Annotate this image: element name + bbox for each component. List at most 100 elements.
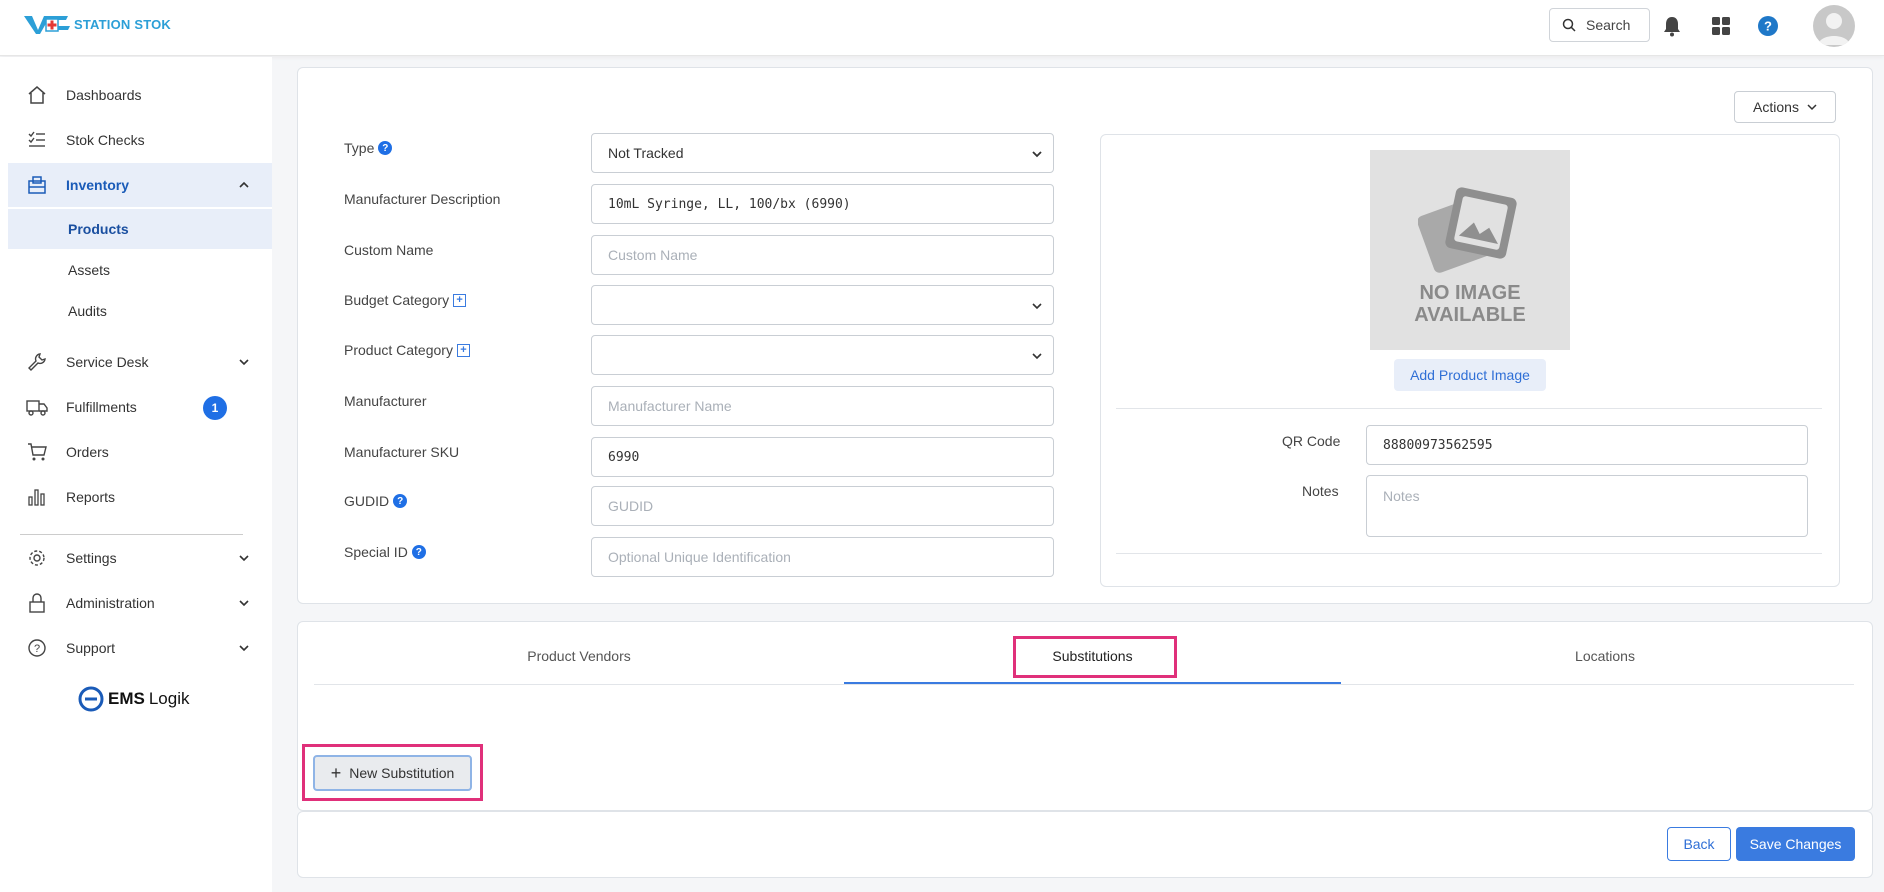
- save-changes-button[interactable]: Save Changes: [1736, 827, 1855, 861]
- product-category-select[interactable]: [591, 335, 1054, 375]
- manufacturer-description-input[interactable]: 10mL Syringe, LL, 100/bx (6990): [591, 184, 1054, 224]
- station-stok-logo-icon: [24, 16, 70, 34]
- budget-category-select[interactable]: [591, 285, 1054, 325]
- emslogik-rest: Logik: [148, 689, 190, 708]
- emslogik-logo-icon: [78, 686, 104, 712]
- no-image-line1: NO IMAGE: [1419, 282, 1521, 304]
- new-substitution-highlight: [302, 744, 483, 801]
- sidebar-item-support[interactable]: ? Support: [8, 626, 272, 670]
- product-category-label: Product Category +: [344, 342, 470, 358]
- notes-label: Notes: [1302, 483, 1339, 499]
- sidebar-item-label: Audits: [68, 303, 107, 319]
- add-budget-category-icon[interactable]: +: [453, 293, 467, 307]
- budget-category-label-text: Budget Category: [344, 292, 450, 308]
- apps-button[interactable]: [1709, 14, 1733, 38]
- sidebar-item-label: Dashboards: [66, 87, 142, 103]
- back-button[interactable]: Back: [1667, 827, 1731, 861]
- chevron-down-icon: [1807, 104, 1817, 111]
- substitutions-tab-highlight: [1013, 636, 1177, 678]
- sidebar-item-label: Orders: [66, 444, 109, 460]
- manufacturer-sku-input[interactable]: 6990: [591, 437, 1054, 477]
- type-select-value: Not Tracked: [608, 145, 684, 161]
- image-panel-divider: [1116, 408, 1822, 409]
- manufacturer-description-label: Manufacturer Description: [344, 191, 501, 207]
- help-icon: ?: [1758, 16, 1778, 36]
- inventory-icon: [26, 174, 48, 196]
- help-button[interactable]: ?: [1756, 14, 1780, 38]
- bar-chart-icon: [26, 486, 48, 508]
- user-avatar[interactable]: [1813, 5, 1855, 47]
- add-product-category-icon[interactable]: +: [456, 343, 470, 357]
- type-select[interactable]: Not Tracked: [591, 133, 1054, 173]
- gudid-input[interactable]: GUDID: [591, 486, 1054, 526]
- sidebar-item-products[interactable]: Products: [8, 209, 272, 249]
- cart-icon: [26, 441, 48, 463]
- sidebar-item-administration[interactable]: Administration: [8, 581, 272, 625]
- sidebar-item-label: Support: [66, 640, 116, 656]
- help-icon[interactable]: ?: [411, 545, 426, 559]
- sidebar-item-label: Service Desk: [66, 354, 149, 370]
- tab-locations[interactable]: Locations: [1370, 648, 1840, 664]
- search-icon: [1562, 18, 1576, 32]
- add-product-image-button[interactable]: Add Product Image: [1394, 359, 1546, 391]
- notifications-button[interactable]: [1660, 14, 1684, 38]
- no-image-text: NO IMAGE AVAILABLE: [1370, 282, 1570, 326]
- sidebar-item-assets[interactable]: Assets: [8, 250, 272, 290]
- svg-text:?: ?: [1764, 19, 1772, 34]
- sidebar-item-stok-checks[interactable]: Stok Checks: [8, 118, 272, 162]
- type-label: Type ?: [344, 140, 393, 156]
- sidebar-item-label: Fulfillments: [66, 399, 137, 415]
- sidebar-item-label: Administration: [66, 595, 155, 611]
- gudid-label: GUDID ?: [344, 493, 408, 509]
- avatar-icon: [1818, 13, 1850, 45]
- qr-code-label: QR Code: [1282, 433, 1341, 449]
- sidebar-item-inventory[interactable]: Inventory: [8, 163, 272, 207]
- wrench-icon: [26, 351, 48, 373]
- image-placeholder-icon: [1418, 187, 1517, 273]
- manufacturer-label: Manufacturer: [344, 393, 427, 409]
- special-id-label: Special ID ?: [344, 544, 426, 560]
- sidebar-item-dashboards[interactable]: Dashboards: [8, 73, 272, 117]
- top-bar: STATION STOK Search ?: [0, 0, 1884, 56]
- no-image-line2: AVAILABLE: [1414, 304, 1526, 326]
- sidebar-item-orders[interactable]: Orders: [8, 430, 272, 474]
- chevron-down-icon: [239, 555, 249, 562]
- manufacturer-input[interactable]: Manufacturer Name: [591, 386, 1054, 426]
- search-button[interactable]: Search: [1549, 8, 1650, 42]
- qr-code-input[interactable]: 88800973562595: [1366, 425, 1808, 465]
- special-id-input[interactable]: Optional Unique Identification: [591, 537, 1054, 577]
- sidebar-divider: [20, 534, 243, 535]
- checklist-icon: [26, 129, 48, 151]
- bell-icon: [1664, 17, 1680, 37]
- chevron-down-icon: [1032, 151, 1042, 158]
- sidebar-item-label: Settings: [66, 550, 117, 566]
- product-category-label-text: Product Category: [344, 342, 453, 358]
- help-icon[interactable]: ?: [378, 141, 393, 155]
- sidebar-item-audits[interactable]: Audits: [8, 291, 272, 331]
- home-icon: [26, 84, 48, 106]
- brand-name: STATION STOK: [74, 16, 172, 32]
- station-stok-logo[interactable]: STATION STOK: [22, 12, 171, 36]
- footer-actions-card: [297, 811, 1873, 878]
- tab-product-vendors[interactable]: Product Vendors: [344, 648, 814, 664]
- notes-textarea[interactable]: Notes: [1366, 475, 1808, 537]
- active-tab-indicator: [844, 682, 1341, 684]
- chevron-up-icon: [239, 181, 249, 188]
- type-label-text: Type: [344, 140, 375, 156]
- lock-icon: [26, 592, 48, 614]
- sidebar-item-reports[interactable]: Reports: [8, 475, 272, 519]
- sidebar-item-service-desk[interactable]: Service Desk: [8, 340, 272, 384]
- sidebar-item-settings[interactable]: Settings: [8, 536, 272, 580]
- fulfillments-count-badge: 1: [203, 396, 227, 420]
- question-circle-icon: ?: [26, 637, 48, 659]
- custom-name-input[interactable]: Custom Name: [591, 235, 1054, 275]
- budget-category-label: Budget Category +: [344, 292, 467, 308]
- truck-icon: [26, 396, 48, 418]
- sidebar-item-fulfillments[interactable]: Fulfillments: [8, 385, 272, 429]
- emslogik-bold: EMS: [108, 689, 145, 708]
- gudid-label-text: GUDID: [344, 493, 390, 509]
- actions-dropdown-button[interactable]: Actions: [1734, 91, 1836, 123]
- manufacturer-sku-label: Manufacturer SKU: [344, 444, 460, 460]
- svg-text:?: ?: [34, 643, 40, 655]
- help-icon[interactable]: ?: [393, 494, 408, 508]
